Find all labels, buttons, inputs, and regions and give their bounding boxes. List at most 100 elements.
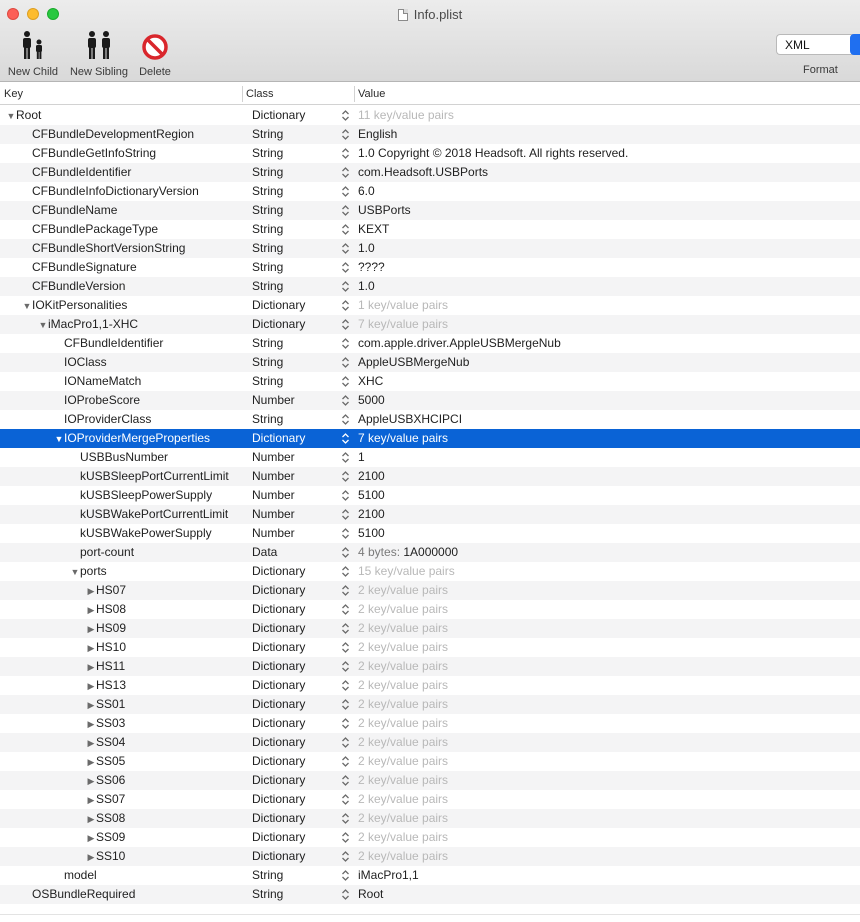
column-divider[interactable] (242, 86, 243, 102)
disclosure-triangle-icon[interactable]: ▶ (86, 582, 96, 601)
class-cell[interactable]: Dictionary (252, 771, 338, 790)
class-stepper[interactable] (341, 448, 353, 464)
class-cell[interactable]: String (252, 258, 338, 277)
table-row[interactable]: ▶ HS10 Dictionary 2 key/value pairs (0, 638, 860, 657)
key-cell[interactable]: kUSBWakePortCurrentLimit (0, 505, 244, 524)
table-row[interactable]: ▶ SS05 Dictionary 2 key/value pairs (0, 752, 860, 771)
class-stepper[interactable] (341, 467, 353, 483)
table-row[interactable]: IOProviderClass String AppleUSBXHCIPCI (0, 410, 860, 429)
format-select[interactable]: XML (776, 34, 860, 55)
table-row[interactable]: ▶ SS09 Dictionary 2 key/value pairs (0, 828, 860, 847)
table-row[interactable]: CFBundleDevelopmentRegion String English (0, 125, 860, 144)
class-stepper[interactable] (341, 676, 353, 692)
class-stepper[interactable] (341, 771, 353, 787)
value-cell[interactable]: 2 key/value pairs (358, 847, 858, 866)
class-cell[interactable]: Dictionary (252, 619, 338, 638)
class-stepper[interactable] (341, 505, 353, 521)
class-stepper[interactable] (341, 809, 353, 825)
value-cell[interactable]: 7 key/value pairs (358, 315, 858, 334)
value-cell[interactable]: 5100 (358, 486, 858, 505)
key-cell[interactable]: ▶ SS03 (0, 714, 244, 734)
column-header-key[interactable]: Key (4, 88, 23, 100)
key-cell[interactable]: CFBundleIdentifier (0, 163, 244, 182)
table-row[interactable]: IOClass String AppleUSBMergeNub (0, 353, 860, 372)
class-stepper[interactable] (341, 600, 353, 616)
table-row[interactable]: ▶ HS07 Dictionary 2 key/value pairs (0, 581, 860, 600)
disclosure-triangle-icon[interactable]: ▼ (70, 563, 80, 582)
value-cell[interactable]: com.Headsoft.USBPorts (358, 163, 858, 182)
class-cell[interactable]: Dictionary (252, 790, 338, 809)
table-row[interactable]: CFBundlePackageType String KEXT (0, 220, 860, 239)
key-cell[interactable]: ▶ SS07 (0, 790, 244, 810)
class-stepper[interactable] (341, 334, 353, 350)
table-row[interactable]: CFBundleSignature String ???? (0, 258, 860, 277)
class-stepper[interactable] (341, 733, 353, 749)
class-cell[interactable]: String (252, 277, 338, 296)
table-row[interactable]: kUSBWakePowerSupply Number 5100 (0, 524, 860, 543)
class-cell[interactable]: Dictionary (252, 809, 338, 828)
class-stepper[interactable] (341, 277, 353, 293)
table-row[interactable]: ▶ SS10 Dictionary 2 key/value pairs (0, 847, 860, 866)
column-header-value[interactable]: Value (358, 88, 385, 100)
disclosure-triangle-icon[interactable]: ▶ (86, 791, 96, 810)
value-cell[interactable]: 2 key/value pairs (358, 676, 858, 695)
class-stepper[interactable] (341, 486, 353, 502)
class-cell[interactable]: Dictionary (252, 315, 338, 334)
value-cell[interactable]: 2 key/value pairs (358, 600, 858, 619)
class-cell[interactable]: Number (252, 448, 338, 467)
key-cell[interactable]: IONameMatch (0, 372, 244, 391)
value-cell[interactable]: 1 (358, 448, 858, 467)
class-cell[interactable]: Number (252, 505, 338, 524)
key-cell[interactable]: ▼iMacPro1,1-XHC (0, 315, 244, 335)
key-cell[interactable]: ▼ports (0, 562, 244, 582)
class-stepper[interactable] (341, 752, 353, 768)
class-stepper[interactable] (341, 353, 353, 369)
class-stepper[interactable] (341, 182, 353, 198)
disclosure-triangle-icon[interactable]: ▶ (86, 658, 96, 677)
class-cell[interactable]: String (252, 353, 338, 372)
key-cell[interactable]: CFBundleIdentifier (0, 334, 244, 353)
class-cell[interactable]: Dictionary (252, 733, 338, 752)
value-cell[interactable]: 15 key/value pairs (358, 562, 858, 581)
class-cell[interactable]: Dictionary (252, 752, 338, 771)
value-cell[interactable]: 6.0 (358, 182, 858, 201)
table-row[interactable]: ▶ SS06 Dictionary 2 key/value pairs (0, 771, 860, 790)
disclosure-triangle-icon[interactable]: ▶ (86, 810, 96, 829)
key-cell[interactable]: ▶ HS10 (0, 638, 244, 658)
value-cell[interactable]: 2 key/value pairs (358, 771, 858, 790)
key-cell[interactable]: ▼IOKitPersonalities (0, 296, 244, 316)
value-cell[interactable]: 2 key/value pairs (358, 714, 858, 733)
disclosure-triangle-icon[interactable]: ▶ (86, 715, 96, 734)
key-cell[interactable]: OSBundleRequired (0, 885, 244, 904)
class-cell[interactable]: String (252, 201, 338, 220)
value-cell[interactable]: 1.0 Copyright © 2018 Headsoft. All right… (358, 144, 858, 163)
key-cell[interactable]: ▶ SS05 (0, 752, 244, 772)
table-row[interactable]: CFBundleShortVersionString String 1.0 (0, 239, 860, 258)
key-cell[interactable]: ▶ SS10 (0, 847, 244, 867)
disclosure-triangle-icon[interactable]: ▶ (86, 848, 96, 867)
table-row[interactable]: ▶ HS09 Dictionary 2 key/value pairs (0, 619, 860, 638)
class-cell[interactable]: String (252, 220, 338, 239)
table-row[interactable]: port-count Data 4 bytes: 1A000000 (0, 543, 860, 562)
class-stepper[interactable] (341, 695, 353, 711)
class-stepper[interactable] (341, 657, 353, 673)
key-cell[interactable]: ▼Root (0, 106, 244, 126)
class-stepper[interactable] (341, 524, 353, 540)
key-cell[interactable]: ▶ HS07 (0, 581, 244, 601)
class-cell[interactable]: Dictionary (252, 600, 338, 619)
class-stepper[interactable] (341, 429, 353, 445)
class-cell[interactable]: Data (252, 543, 338, 562)
key-cell[interactable]: model (0, 866, 244, 885)
value-cell[interactable]: 11 key/value pairs (358, 106, 858, 125)
table-row[interactable]: kUSBSleepPowerSupply Number 5100 (0, 486, 860, 505)
value-cell[interactable]: com.apple.driver.AppleUSBMergeNub (358, 334, 858, 353)
value-cell[interactable]: ???? (358, 258, 858, 277)
disclosure-triangle-icon[interactable]: ▼ (38, 316, 48, 335)
table-row[interactable]: CFBundleVersion String 1.0 (0, 277, 860, 296)
class-cell[interactable]: Number (252, 391, 338, 410)
value-cell[interactable]: 2 key/value pairs (358, 790, 858, 809)
class-stepper[interactable] (341, 619, 353, 635)
key-cell[interactable]: kUSBWakePowerSupply (0, 524, 244, 543)
class-cell[interactable]: Number (252, 467, 338, 486)
table-row[interactable]: ▼iMacPro1,1-XHC Dictionary 7 key/value p… (0, 315, 860, 334)
